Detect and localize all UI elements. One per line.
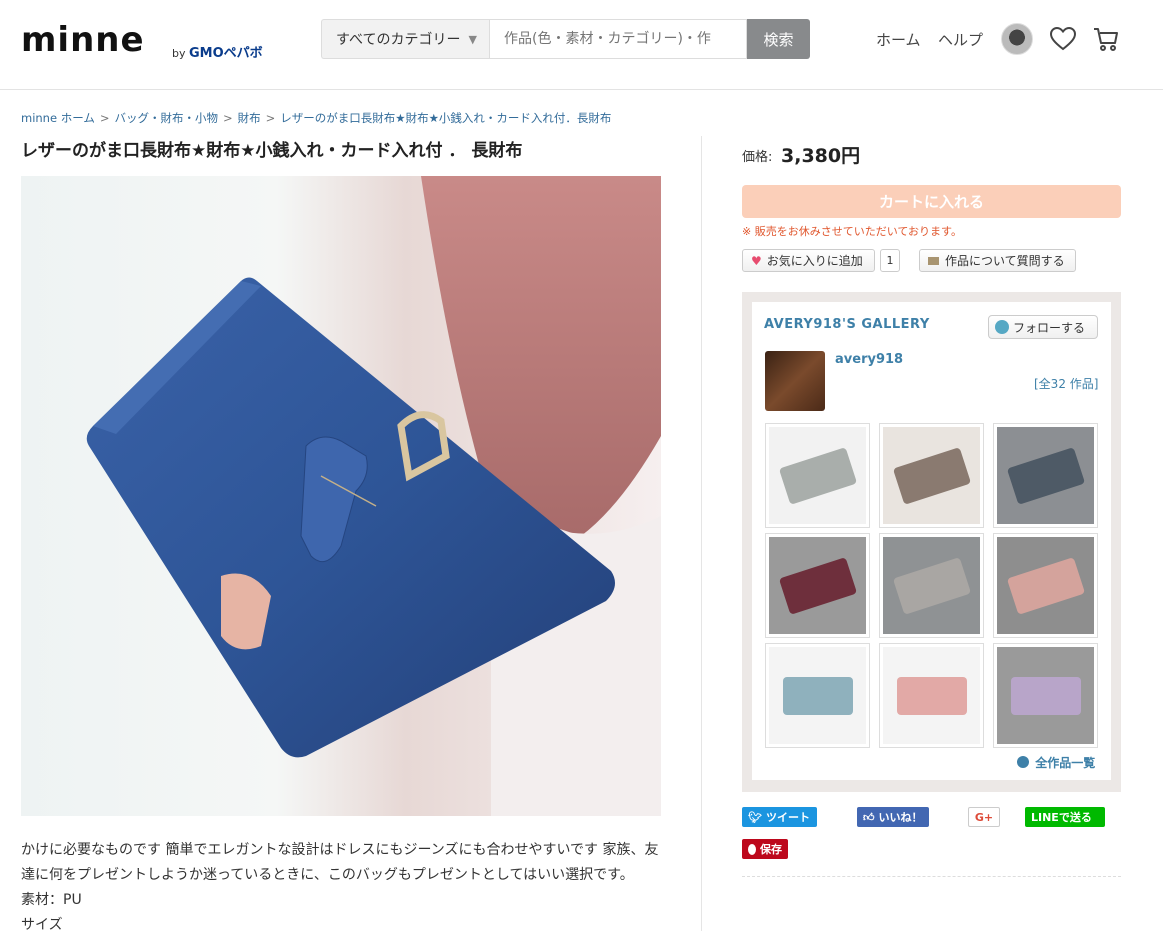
product-title: レザーのがま口長財布★財布★小銭入れ・カード入れ付 ． 長財布	[21, 141, 523, 161]
play-circle-icon	[1017, 756, 1029, 768]
logo-by-text: by	[172, 47, 186, 60]
pin-label: 保存	[760, 843, 782, 856]
size-text: サイズ	[21, 917, 63, 933]
material-text: 素材：PU	[21, 892, 82, 908]
thumbs-up-icon: 👍︎	[863, 810, 875, 824]
gmo-pepabo-logo: by GMOペパボ	[172, 42, 263, 61]
search-button[interactable]: 検索	[747, 19, 810, 59]
shop-avatar[interactable]	[765, 351, 825, 411]
pinterest-icon	[748, 843, 756, 855]
category-select-label: すべてのカテゴリー	[336, 32, 461, 48]
heart-icon: ♥	[751, 253, 762, 268]
wallet-thumbnail-image	[769, 647, 866, 744]
nav-home-link[interactable]: ホーム	[876, 29, 921, 50]
nav-help-link[interactable]: ヘルプ	[938, 29, 983, 50]
heart-icon[interactable]	[1049, 25, 1077, 53]
favorite-count: 1	[880, 249, 900, 272]
wallet-shape	[778, 447, 858, 505]
product-main-image[interactable]	[21, 176, 661, 816]
wallet-shape	[892, 447, 972, 505]
wallet-thumbnail-image	[769, 427, 866, 524]
twitter-icon: 🐦︎	[748, 810, 762, 824]
site-header: minne by GMOペパボ すべてのカテゴリー ▼ 検索 ホーム ヘルプ	[0, 0, 1163, 90]
wallet-thumbnail-image	[997, 537, 1094, 634]
gallery-thumbnail[interactable]	[993, 533, 1098, 638]
gallery-thumbnail[interactable]	[993, 643, 1098, 748]
wallet-shape	[778, 557, 858, 615]
add-to-cart-button[interactable]: カートに入れる	[742, 185, 1121, 218]
wallet-thumbnail-image	[997, 427, 1094, 524]
wallet-shape	[1006, 447, 1086, 505]
ask-question-button[interactable]: 作品について質問する	[919, 249, 1076, 272]
breadcrumb-item-home[interactable]: minne ホーム	[21, 111, 95, 125]
wallet-photo	[86, 176, 661, 816]
like-label: いいね！	[878, 811, 923, 824]
column-divider	[701, 136, 702, 931]
gallery-thumbnail[interactable]	[765, 423, 870, 528]
divider	[742, 876, 1121, 877]
search-bar: すべてのカテゴリー ▼ 検索	[321, 19, 810, 59]
breadcrumb-item-wallet[interactable]: 財布	[238, 111, 261, 125]
gallery-thumbnail[interactable]	[765, 643, 870, 748]
breadcrumb-item-current[interactable]: レザーのがま口長財布★財布★小銭入れ・カード入れ付．長財布	[280, 111, 611, 125]
breadcrumb: minne ホーム > バッグ・財布・小物 > 財布 > レザーのがま口長財布★財布★小銭入…	[21, 110, 611, 126]
gallery-thumbnail[interactable]	[993, 423, 1098, 528]
google-plus-button[interactable]: G+	[968, 807, 1000, 827]
gallery-thumbnail[interactable]	[879, 423, 984, 528]
follow-label: フォローする	[1013, 320, 1086, 335]
follow-button[interactable]: フォローする	[988, 315, 1098, 339]
chevron-right-icon: >	[223, 111, 233, 125]
wallet-shape	[1006, 557, 1086, 615]
category-select[interactable]: すべてのカテゴリー ▼	[321, 19, 489, 59]
wallet-shape	[897, 677, 967, 715]
ask-question-label: 作品について質問する	[945, 254, 1065, 268]
minne-logo[interactable]: minne	[21, 20, 145, 60]
wallet-thumbnail-image	[883, 647, 980, 744]
all-items-label: 全作品一覧	[1035, 756, 1096, 770]
user-avatar[interactable]	[1001, 23, 1033, 55]
wallet-thumbnail-image	[883, 427, 980, 524]
description-line: かけに必要なものです 簡単でエレガントな設計はドレスにもジーンズにも合わせやすい…	[21, 842, 659, 858]
description-line: 達に何をプレゼントしようか迷っているときに、このバッグもプレゼントとしてはいい選…	[21, 867, 634, 883]
sales-paused-notice: ※ 販売をお休みさせていただいております。	[742, 225, 962, 238]
shop-name[interactable]: avery918	[835, 352, 903, 367]
logo-company-text: GMOペパボ	[189, 46, 263, 61]
search-input[interactable]	[489, 19, 747, 59]
price-value: 3,380円	[781, 145, 861, 167]
wallet-thumbnail-image	[769, 537, 866, 634]
wallet-thumbnail-image	[997, 647, 1094, 744]
all-items-link[interactable]: 全作品一覧	[1017, 754, 1095, 771]
product-description: かけに必要なものです 簡単でエレガントな設計はドレスにもジーンズにも合わせやすい…	[21, 838, 671, 938]
gallery-thumbnail[interactable]	[879, 643, 984, 748]
breadcrumb-item-bags[interactable]: バッグ・財布・小物	[115, 111, 219, 125]
smile-icon	[995, 320, 1009, 334]
facebook-like-button[interactable]: 👍︎ いいね！	[857, 807, 929, 827]
gallery-title[interactable]: AVERY918'S GALLERY	[764, 317, 930, 332]
gallery-thumbnail[interactable]	[879, 533, 984, 638]
shop-item-count[interactable]: [全32 作品]	[1034, 375, 1098, 392]
tweet-button[interactable]: 🐦︎ ツイート	[742, 807, 817, 827]
add-favorite-label: お気に入りに追加	[766, 254, 863, 268]
chevron-right-icon: >	[265, 111, 276, 125]
wallet-shape	[892, 557, 972, 615]
price-label: 価格:	[742, 150, 773, 165]
cart-icon[interactable]	[1092, 25, 1120, 53]
caret-down-icon: ▼	[468, 32, 477, 46]
chevron-right-icon: >	[99, 111, 110, 125]
wallet-shape	[783, 677, 853, 715]
pinterest-save-button[interactable]: 保存	[742, 839, 788, 859]
wallet-thumbnail-image	[883, 537, 980, 634]
tweet-label: ツイート	[765, 811, 810, 824]
mail-icon	[928, 256, 939, 265]
wallet-shape	[1011, 677, 1081, 715]
line-label: LINEで送る	[1031, 811, 1092, 824]
gallery-thumbnail[interactable]	[765, 533, 870, 638]
add-favorite-button[interactable]: ♥ お気に入りに追加	[742, 249, 875, 272]
line-share-button[interactable]: LINEで送る	[1025, 807, 1105, 827]
